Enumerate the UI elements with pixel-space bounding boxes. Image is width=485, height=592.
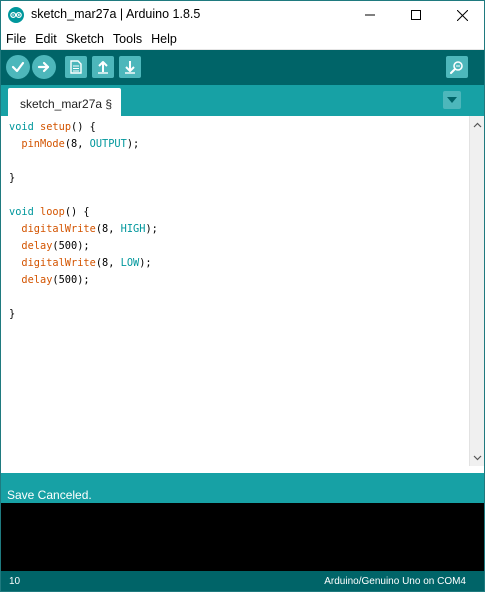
tab-strip: sketch_mar27a §	[1, 85, 484, 116]
menu-tools[interactable]: Tools	[109, 29, 146, 49]
code-text[interactable]: void setup() { pinMode(8, OUTPUT); } voi…	[9, 119, 158, 323]
line-number: 10	[9, 576, 21, 587]
scroll-down-button[interactable]	[470, 449, 484, 466]
status-message: Save Canceled.	[7, 488, 92, 502]
vertical-scrollbar[interactable]	[469, 116, 484, 466]
minimize-icon	[365, 14, 375, 16]
serial-monitor-icon	[450, 61, 463, 74]
scroll-up-button[interactable]	[470, 116, 484, 133]
arduino-logo-icon	[8, 7, 24, 23]
tab-menu-button[interactable]	[443, 91, 461, 109]
maximize-icon	[411, 10, 421, 20]
new-icon	[70, 60, 82, 74]
chevron-down-icon	[473, 455, 481, 460]
code-line[interactable]	[9, 289, 158, 306]
arduino-ide-window: sketch_mar27a | Arduino 1.8.5 File Edit …	[0, 0, 485, 592]
code-line[interactable]: digitalWrite(8, HIGH);	[9, 221, 157, 238]
menu-help[interactable]: Help	[147, 29, 181, 49]
code-editor[interactable]: void setup() { pinMode(8, OUTPUT); } voi…	[1, 116, 469, 466]
close-button[interactable]	[439, 1, 484, 29]
minimize-button[interactable]	[347, 1, 393, 29]
chevron-up-icon	[473, 122, 481, 127]
verify-button[interactable]	[6, 55, 30, 79]
new-sketch-button[interactable]	[65, 56, 87, 78]
tab-label: sketch_mar27a §	[20, 97, 113, 111]
code-line[interactable]: void setup() {	[9, 119, 158, 136]
menu-file[interactable]: File	[2, 29, 30, 49]
menu-edit[interactable]: Edit	[31, 29, 61, 49]
serial-monitor-button[interactable]	[446, 56, 468, 78]
tab-sketch[interactable]: sketch_mar27a §	[8, 88, 121, 116]
code-line[interactable]: digitalWrite(8, LOW);	[9, 255, 158, 272]
code-line[interactable]: }	[9, 170, 158, 187]
toolbar	[1, 50, 484, 85]
menu-sketch[interactable]: Sketch	[62, 29, 108, 49]
title-bar: sketch_mar27a | Arduino 1.8.5	[1, 1, 484, 29]
console-output[interactable]	[1, 503, 484, 571]
open-button[interactable]	[92, 56, 114, 78]
save-button[interactable]	[119, 56, 141, 78]
close-icon	[456, 9, 468, 21]
upload-icon	[37, 61, 50, 73]
board-port-label: Arduino/Genuino Uno on COM4	[324, 576, 466, 587]
verify-icon	[11, 61, 25, 73]
chevron-down-icon	[447, 97, 457, 103]
code-line[interactable]: pinMode(8, OUTPUT);	[9, 136, 158, 153]
window-title: sketch_mar27a | Arduino 1.8.5	[31, 7, 201, 21]
footer-bar: 10 Arduino/Genuino Uno on COM4	[1, 571, 484, 591]
save-icon	[125, 61, 135, 74]
code-line[interactable]: delay(500);	[9, 272, 158, 289]
open-icon	[98, 61, 108, 74]
status-bar: Save Canceled.	[1, 467, 484, 503]
code-line[interactable]: delay(500);	[9, 238, 158, 255]
maximize-button[interactable]	[393, 1, 439, 29]
upload-button[interactable]	[32, 55, 56, 79]
code-line[interactable]: void loop() {	[9, 204, 158, 221]
menu-bar: File Edit Sketch Tools Help	[1, 29, 484, 50]
code-line[interactable]	[9, 187, 158, 204]
code-line[interactable]: }	[9, 306, 158, 323]
code-line[interactable]	[9, 153, 158, 170]
